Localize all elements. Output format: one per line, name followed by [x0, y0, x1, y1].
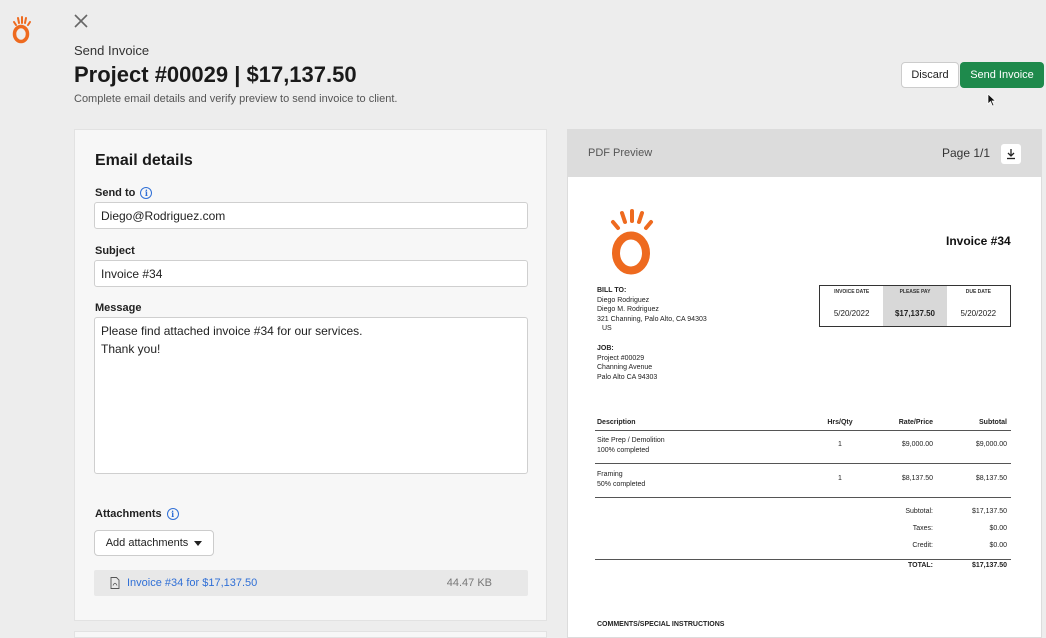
invoice-title: Invoice #34: [946, 234, 1011, 248]
attachments-label-text: Attachments: [95, 508, 162, 520]
total-label: TOTAL:: [907, 562, 933, 569]
mouse-cursor-icon: [987, 93, 997, 107]
grand-total-row: TOTAL: $17,137.50: [595, 559, 1011, 573]
pdf-file-icon: [110, 577, 120, 589]
date-header: INVOICE DATE: [834, 289, 870, 295]
row-note-text: 50% completed: [597, 481, 646, 488]
page-title: Project #00029 | $17,137.50: [74, 62, 357, 87]
job-label: JOB:: [597, 345, 614, 352]
attachment-link[interactable]: Invoice #34 for $17,137.50: [127, 577, 257, 589]
job-block: JOB: Project #00029 Channing Avenue Palo…: [597, 344, 657, 382]
close-icon[interactable]: [72, 12, 90, 30]
please-pay-col: PLEASE PAY $17,137.50: [883, 286, 947, 326]
page-eyebrow: Send Invoice: [74, 43, 150, 58]
date-value: $17,137.50: [894, 309, 936, 318]
add-attachments-button[interactable]: Add attachments: [94, 530, 214, 556]
attachment-item: Invoice #34 for $17,137.50 44.47 KB: [94, 570, 528, 596]
bill-to-line: 321 Channing, Palo Alto, CA 94303: [597, 315, 707, 323]
discard-button[interactable]: Discard: [901, 62, 959, 88]
info-icon[interactable]: i: [166, 508, 179, 520]
row-rate: $9,000.00: [901, 441, 933, 448]
send-invoice-button[interactable]: Send Invoice: [960, 62, 1044, 88]
bill-to-line: US: [602, 325, 612, 332]
download-button[interactable]: [1001, 144, 1021, 164]
date-header: DUE DATE: [965, 289, 991, 295]
total-value: $0.00: [989, 525, 1007, 532]
row-qty: 1: [838, 441, 842, 448]
row-subtotal: $9,000.00: [975, 441, 1007, 448]
col-subtotal: Subtotal: [979, 419, 1007, 426]
brand-logo: [12, 16, 31, 44]
due-date-col: DUE DATE 5/20/2022: [947, 286, 1010, 326]
invoice-dates-box: INVOICE DATE 5/20/2022 PLEASE PAY $17,13…: [819, 285, 1011, 327]
date-value: 5/20/2022: [960, 309, 997, 318]
bill-to-label: BILL TO:: [597, 287, 627, 294]
message-label: Message: [95, 302, 142, 314]
send-to-label-text: Send to: [95, 187, 136, 199]
next-card-edge: [74, 631, 547, 638]
col-rate: Rate/Price: [898, 419, 933, 426]
table-row: Framing 50% completed 1 $8,137.50 $8,137…: [595, 470, 1011, 498]
page-subtitle: Complete email details and verify previe…: [74, 93, 398, 105]
job-line: Palo Alto CA 94303: [597, 373, 658, 381]
subject-input[interactable]: Invoice #34: [94, 260, 528, 287]
row-qty: 1: [838, 475, 842, 482]
preview-label: PDF Preview: [588, 147, 653, 159]
row-note-text: 100% completed: [597, 447, 650, 454]
message-line: Please find attached invoice #34 for our…: [101, 324, 363, 338]
job-line: Project #00029: [597, 354, 645, 362]
send-to-input[interactable]: Diego@Rodriguez.com: [94, 202, 528, 229]
preview-header: PDF Preview Page 1/1: [568, 130, 1041, 177]
email-details-card: Email details Send to i Diego@Rodriguez.…: [74, 129, 547, 621]
row-description: Framing 50% completed: [597, 470, 645, 490]
date-header: PLEASE PAY: [899, 289, 931, 295]
bill-to-line: Diego M. Rodriguez: [597, 306, 659, 313]
invoice-date-col: INVOICE DATE 5/20/2022: [820, 286, 883, 326]
message-line: Thank you!: [101, 342, 161, 356]
row-description: Site Prep / Demolition 100% completed: [597, 436, 665, 456]
total-label: Credit:: [912, 542, 933, 549]
info-icon[interactable]: i: [140, 187, 153, 199]
subject-label: Subject: [95, 245, 135, 257]
page-indicator: Page 1/1: [942, 146, 991, 160]
col-description: Description: [597, 419, 636, 426]
attachment-size: 44.47 KB: [446, 577, 492, 589]
row-subtotal: $8,137.50: [975, 475, 1007, 482]
date-value: 5/20/2022: [833, 309, 870, 318]
row-desc-text: Framing: [597, 471, 623, 478]
total-value: $17,137.50: [971, 562, 1007, 569]
download-icon: [1007, 149, 1015, 160]
attachments-label: Attachments i: [95, 508, 179, 520]
message-textarea[interactable]: Please find attached invoice #34 for our…: [94, 317, 528, 474]
col-qty: Hrs/Qty: [827, 419, 853, 426]
total-value: $17,137.50: [971, 508, 1007, 515]
total-label: Taxes:: [912, 525, 933, 532]
card-title: Email details: [95, 152, 193, 169]
add-attachments-label: Add attachments: [105, 537, 189, 549]
row-desc-text: Site Prep / Demolition: [597, 437, 665, 444]
comments-heading: COMMENTS/SPECIAL INSTRUCTIONS: [597, 621, 725, 628]
line-items-header: Description Hrs/Qty Rate/Price Subtotal: [595, 419, 1011, 431]
job-line: Channing Avenue: [597, 364, 653, 371]
row-rate: $8,137.50: [901, 475, 933, 482]
bill-to-line: Diego Rodriguez: [597, 296, 650, 304]
send-to-label: Send to i: [95, 187, 153, 199]
chevron-down-icon: [194, 540, 203, 546]
invoice-brand-logo: [611, 209, 653, 275]
total-label: Subtotal:: [905, 508, 933, 515]
bill-to-block: BILL TO: Diego Rodriguez Diego M. Rodrig…: [597, 286, 707, 334]
pdf-preview-panel: PDF Preview Page 1/1 Invoice #34 BILL TO…: [567, 129, 1042, 638]
total-value: $0.00: [989, 542, 1007, 549]
table-row: Site Prep / Demolition 100% completed 1 …: [595, 436, 1011, 464]
